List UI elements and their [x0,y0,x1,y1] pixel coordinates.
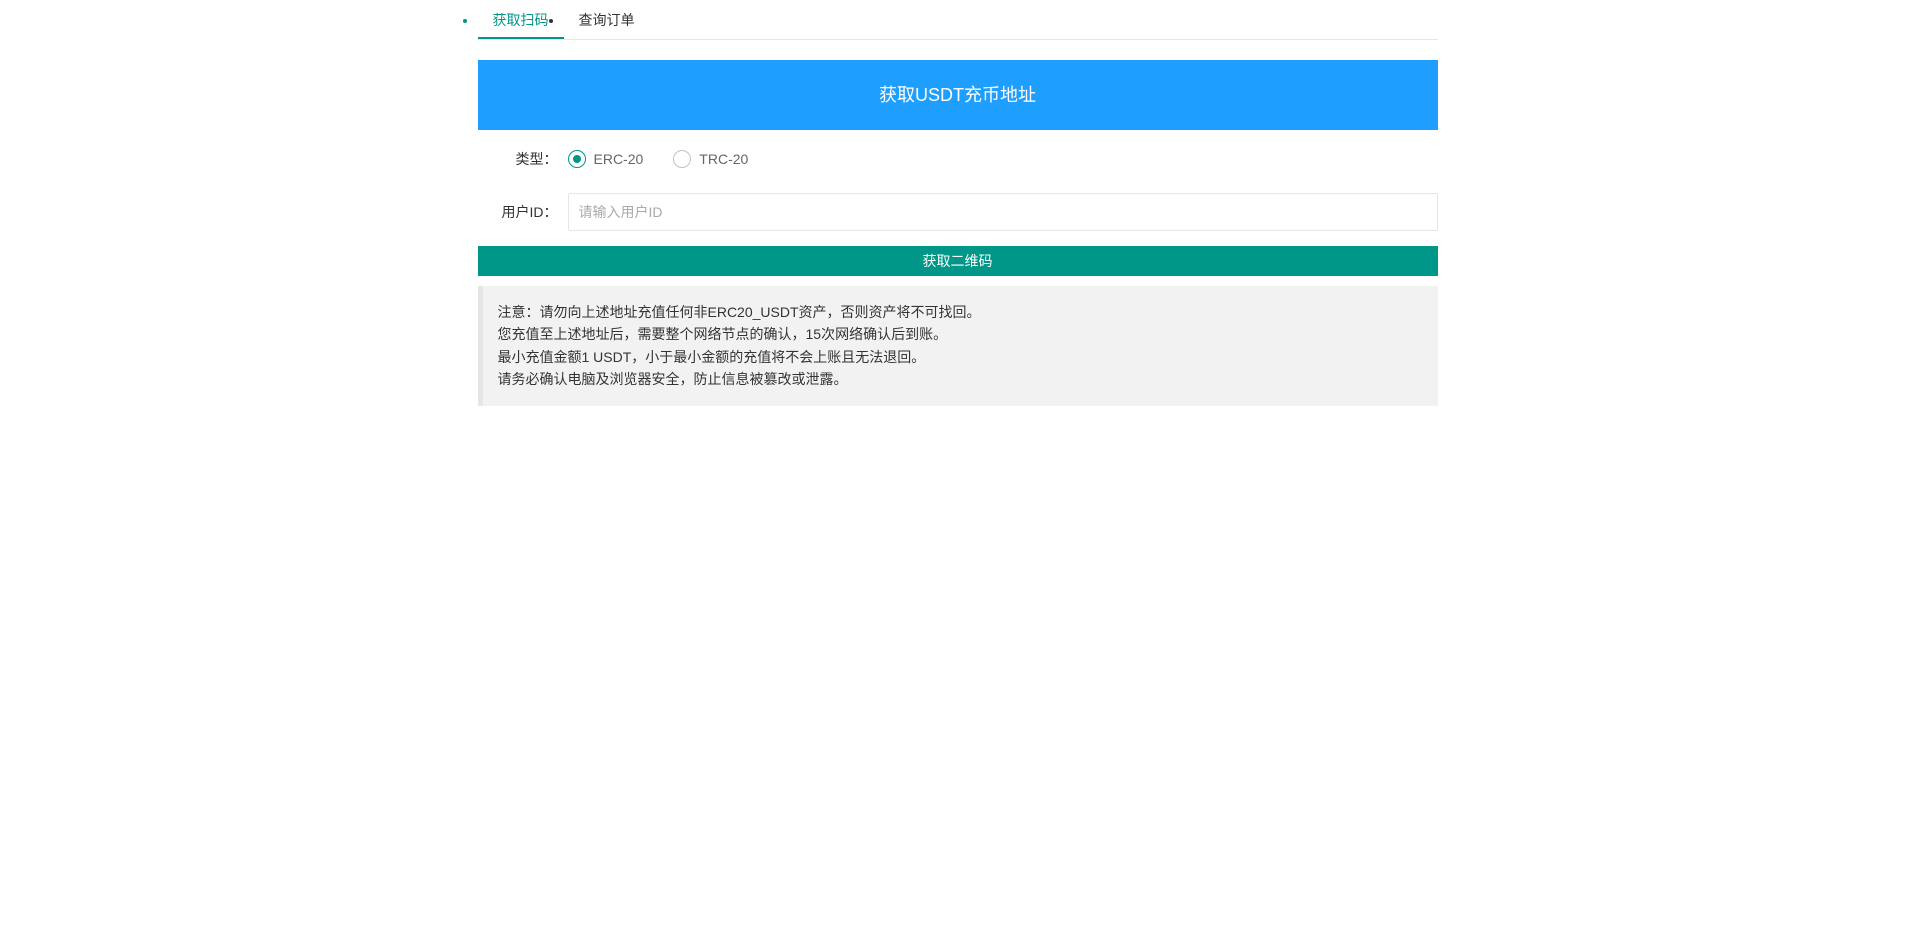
banner: 获取USDT充币地址 [478,60,1438,130]
submit-label: 获取二维码 [923,253,993,269]
form-item-type: 类型： ERC-20 TRC-20 [478,140,1438,178]
notice-line: 最小充值金额1 USDT，小于最小金额的充值将不会上账且无法退回。 [498,346,1423,368]
radio-label: ERC-20 [594,151,644,167]
tab-bar: 获取扫码 查询订单 [478,0,1438,40]
type-control: ERC-20 TRC-20 [568,150,1438,168]
radio-label: TRC-20 [699,151,748,167]
radio-trc20[interactable]: TRC-20 [673,150,748,168]
notice-line: 注意：请勿向上述地址充值任何非ERC20_USDT资产，否则资产将不可找回。 [498,301,1423,323]
notice-line: 请务必确认电脑及浏览器安全，防止信息被篡改或泄露。 [498,368,1423,390]
userid-label: 用户ID： [478,202,558,222]
radio-erc20[interactable]: ERC-20 [568,150,644,168]
notice-line: 您充值至上述地址后，需要整个网络节点的确认，15次网络确认后到账。 [498,323,1423,345]
form-item-userid: 用户ID： [478,193,1438,231]
userid-control [568,193,1438,231]
tab-label: 获取扫码 [493,12,549,28]
get-qr-button[interactable]: 获取二维码 [478,246,1438,276]
tab-label: 查询订单 [579,12,635,28]
type-label: 类型： [478,149,558,169]
notice-block: 注意：请勿向上述地址充值任何非ERC20_USDT资产，否则资产将不可找回。 您… [478,286,1438,406]
userid-input[interactable] [568,193,1438,231]
radio-circle-icon [568,150,586,168]
radio-circle-icon [673,150,691,168]
main-container: 获取扫码 查询订单 获取USDT充币地址 类型： ERC-20 TRC-20 [478,0,1438,406]
tab-query-order[interactable]: 查询订单 [564,0,650,39]
type-radio-group: ERC-20 TRC-20 [568,150,749,168]
banner-title: 获取USDT充币地址 [879,85,1036,105]
tab-content: 获取USDT充币地址 类型： ERC-20 TRC-20 用户ID： [478,40,1438,406]
